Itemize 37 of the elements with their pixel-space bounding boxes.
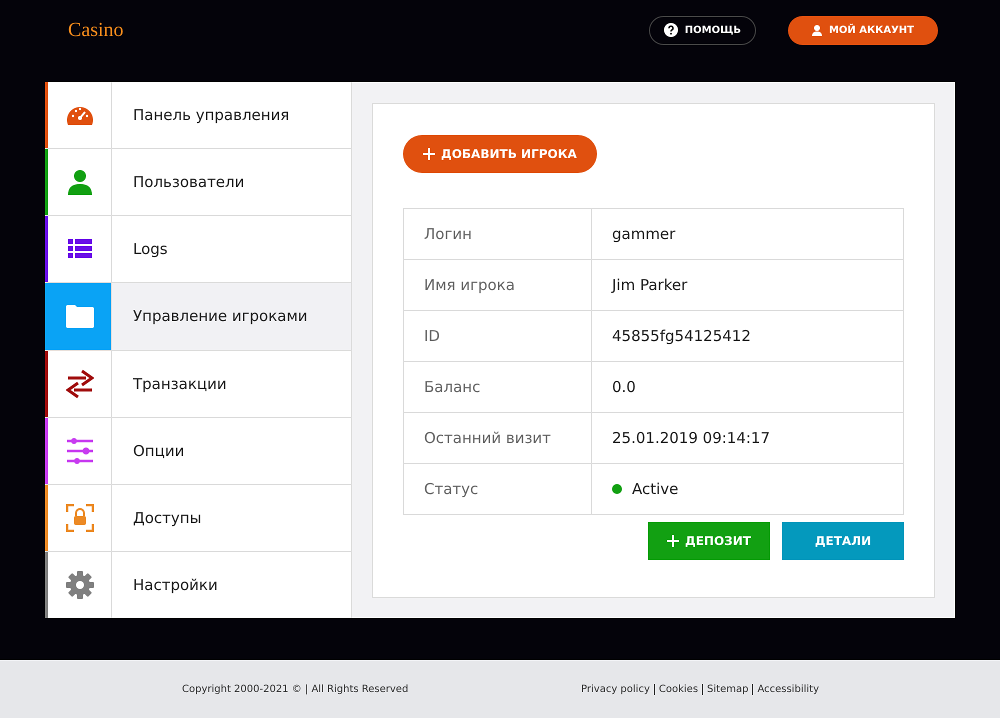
sidebar-item[interactable]: Панель управления: [45, 82, 351, 150]
footer-link[interactable]: Privacy policy: [581, 684, 654, 694]
arrows-icon: [66, 368, 94, 399]
sidebar-item[interactable]: Пользователи: [45, 149, 351, 216]
person-icon: [68, 169, 92, 196]
list-icon: [68, 239, 92, 260]
logo[interactable]: Casino: [68, 18, 649, 42]
sidebar-item[interactable]: Настройки: [45, 552, 351, 618]
field-value: gammer: [592, 208, 904, 260]
add-player-button[interactable]: ДОБАВИТЬ ИГРОКА: [403, 135, 597, 173]
footer-link[interactable]: Sitemap: [702, 684, 752, 694]
field-label: Статус: [404, 464, 592, 514]
footer-link[interactable]: Accessibility: [752, 684, 819, 694]
field-value: Active: [632, 480, 678, 498]
field-value: Jim Parker: [592, 260, 904, 310]
sidebar-item[interactable]: Транзакции: [45, 350, 351, 418]
plus-icon: [667, 535, 680, 547]
footer-link[interactable]: Cookies: [654, 684, 702, 694]
field-label: Баланс: [404, 362, 592, 412]
help-icon: [664, 23, 678, 37]
copyright-text: Copyright 2000-2021 © | All Rights Reserved: [182, 684, 408, 694]
sliders-icon: [66, 438, 94, 464]
field-label: Останний визит: [404, 412, 592, 464]
account-button[interactable]: МОЙ АККАУНТ: [788, 16, 938, 44]
field-label: ID: [404, 310, 592, 362]
field-value: 25.01.2019 09:14:17: [592, 412, 904, 464]
sidebar-item[interactable]: Доступы: [45, 484, 351, 552]
field-value: 0.0: [592, 362, 904, 412]
field-value: 45855fg54125412: [592, 310, 904, 362]
help-button[interactable]: ПОМОЩЬ: [648, 16, 756, 44]
person-icon: [812, 24, 822, 36]
field-label: Логин: [404, 208, 592, 260]
lock-icon: [66, 504, 94, 532]
folder-icon: [66, 304, 94, 328]
field-label: Имя игрока: [404, 260, 592, 310]
sidebar-item[interactable]: Опции: [45, 418, 351, 485]
plus-icon: [423, 148, 435, 160]
